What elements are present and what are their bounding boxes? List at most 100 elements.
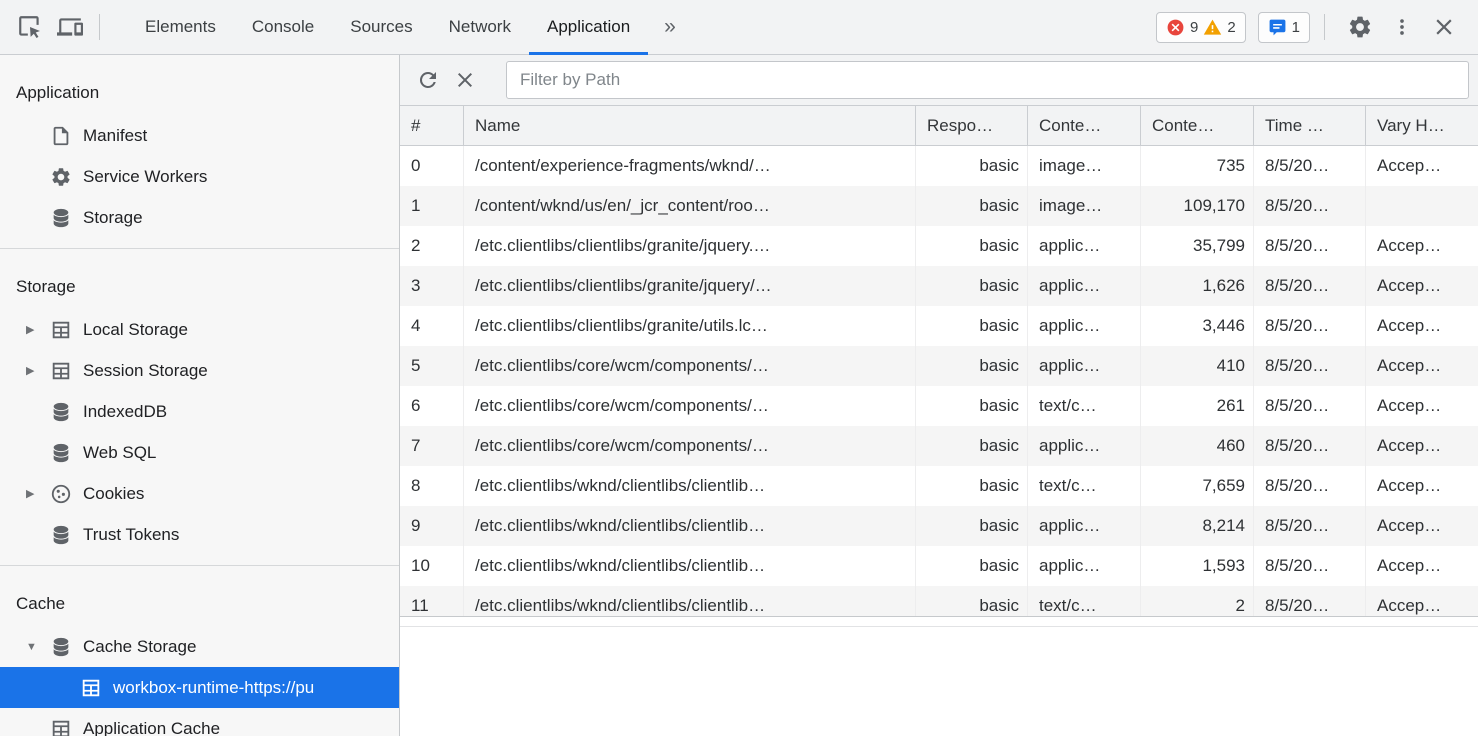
table-row[interactable]: 0 /content/experience-fragments/wknd/… b… [400,146,1478,186]
cell-vary-header: Accep… [1366,586,1478,616]
table-row[interactable]: 8 /etc.clientlibs/wknd/clientlibs/client… [400,466,1478,506]
table-row[interactable]: 10 /etc.clientlibs/wknd/clientlibs/clien… [400,546,1478,586]
sidebar-item-service-workers[interactable]: Service Workers [0,156,399,197]
sidebar-item-indexeddb[interactable]: IndexedDB [0,391,399,432]
table-row[interactable]: 1 /content/wknd/us/en/_jcr_content/roo… … [400,186,1478,226]
refresh-button[interactable] [416,68,453,92]
chevron-down-icon[interactable] [26,641,50,653]
warning-count: 2 [1227,19,1235,36]
cell-index: 7 [400,426,464,466]
cell-vary-header [1366,186,1478,226]
cell-time: 8/5/20… [1254,306,1366,346]
cell-name: /content/experience-fragments/wknd/… [464,146,916,186]
sidebar-item-web-sql[interactable]: Web SQL [0,432,399,473]
database-icon [50,401,72,423]
device-toolbar-button[interactable] [50,14,90,40]
table-row[interactable]: 4 /etc.clientlibs/clientlibs/granite/uti… [400,306,1478,346]
cell-content-length: 8,214 [1141,506,1254,546]
sidebar-item-application-cache[interactable]: Application Cache [0,708,399,736]
table-icon [50,360,72,382]
cell-name: /etc.clientlibs/core/wcm/components/… [464,426,916,466]
issues-bubble-icon [1268,18,1287,37]
cell-response-type: basic [916,186,1028,226]
cell-response-type: basic [916,386,1028,426]
cell-content-type: text/c… [1028,386,1141,426]
cache-table-header: # Name Respo… Conte… Conte… Time … Vary … [400,106,1478,146]
panel-tabs: Elements Console Sources Network Applica… [127,0,648,55]
table-row[interactable]: 5 /etc.clientlibs/core/wcm/components/… … [400,346,1478,386]
delete-selected-button[interactable] [453,68,490,92]
sidebar-item-label: Cookies [83,484,144,504]
cache-filter-toolbar [400,55,1478,106]
filter-input[interactable] [506,61,1469,99]
issues-badge[interactable]: 1 [1258,12,1310,43]
cell-name: /etc.clientlibs/wknd/clientlibs/clientli… [464,586,916,616]
column-header-response-type[interactable]: Respo… [916,106,1028,145]
cell-response-type: basic [916,466,1028,506]
cell-vary-header: Accep… [1366,506,1478,546]
column-header-vary[interactable]: Vary H… [1366,106,1478,145]
database-icon [50,524,72,546]
cell-name: /etc.clientlibs/core/wcm/components/… [464,386,916,426]
table-row[interactable]: 3 /etc.clientlibs/clientlibs/granite/jqu… [400,266,1478,306]
sidebar-item-workbox-cache[interactable]: workbox-runtime-https://pu [0,667,399,708]
cell-time: 8/5/20… [1254,146,1366,186]
settings-button[interactable] [1340,14,1380,40]
column-header-time[interactable]: Time … [1254,106,1366,145]
column-header-content-length[interactable]: Conte… [1141,106,1254,145]
cell-response-type: basic [916,586,1028,616]
errors-warnings-badge[interactable]: 9 2 [1156,12,1246,43]
cell-time: 8/5/20… [1254,426,1366,466]
chevron-right-icon[interactable] [26,323,50,336]
tab-network[interactable]: Network [431,0,529,55]
sidebar-item-label: IndexedDB [83,402,167,422]
section-title-application: Application [0,71,399,115]
table-row[interactable]: 6 /etc.clientlibs/core/wcm/components/… … [400,386,1478,426]
cell-time: 8/5/20… [1254,346,1366,386]
tab-elements[interactable]: Elements [127,0,234,55]
table-row[interactable]: 2 /etc.clientlibs/clientlibs/granite/jqu… [400,226,1478,266]
tab-sources[interactable]: Sources [332,0,430,55]
cell-content-type: applic… [1028,306,1141,346]
sidebar-item-session-storage[interactable]: Session Storage [0,350,399,391]
sidebar-item-label: Local Storage [83,320,188,340]
sidebar-item-trust-tokens[interactable]: Trust Tokens [0,514,399,555]
tab-application[interactable]: Application [529,0,648,55]
column-header-content-type[interactable]: Conte… [1028,106,1141,145]
cell-response-type: basic [916,266,1028,306]
cell-content-length: 2 [1141,586,1254,616]
database-icon [50,636,72,658]
chevron-right-icon[interactable] [26,364,50,377]
cell-index: 3 [400,266,464,306]
table-row[interactable]: 11 /etc.clientlibs/wknd/clientlibs/clien… [400,586,1478,616]
three-dots-icon [1391,16,1413,38]
tab-console[interactable]: Console [234,0,332,55]
cell-name: /etc.clientlibs/clientlibs/granite/jquer… [464,266,916,306]
table-row[interactable]: 7 /etc.clientlibs/core/wcm/components/… … [400,426,1478,466]
cell-content-length: 735 [1141,146,1254,186]
sidebar-item-local-storage[interactable]: Local Storage [0,309,399,350]
sidebar-section-cache: Cache Cache Storage workbox-runtime-http… [0,566,399,736]
sidebar-item-manifest[interactable]: Manifest [0,115,399,156]
chevron-right-icon[interactable] [26,487,50,500]
cell-response-type: basic [916,506,1028,546]
cell-content-type: text/c… [1028,586,1141,616]
cell-time: 8/5/20… [1254,586,1366,616]
cell-response-type: basic [916,426,1028,466]
sidebar-item-label: Service Workers [83,167,207,187]
close-devtools-button[interactable] [1424,14,1464,40]
cell-content-length: 7,659 [1141,466,1254,506]
toolbar-right-icons [1340,14,1464,40]
sidebar-item-storage[interactable]: Storage [0,197,399,238]
sidebar-item-cache-storage[interactable]: Cache Storage [0,626,399,667]
more-tabs-chevron[interactable]: » [648,15,692,39]
column-header-index[interactable]: # [400,106,464,145]
close-icon [453,68,477,92]
cell-time: 8/5/20… [1254,226,1366,266]
cell-content-type: applic… [1028,226,1141,266]
inspect-element-button[interactable] [10,14,50,40]
column-header-name[interactable]: Name [464,106,916,145]
devtools-menu-button[interactable] [1384,16,1420,38]
table-row[interactable]: 9 /etc.clientlibs/wknd/clientlibs/client… [400,506,1478,546]
sidebar-item-cookies[interactable]: Cookies [0,473,399,514]
